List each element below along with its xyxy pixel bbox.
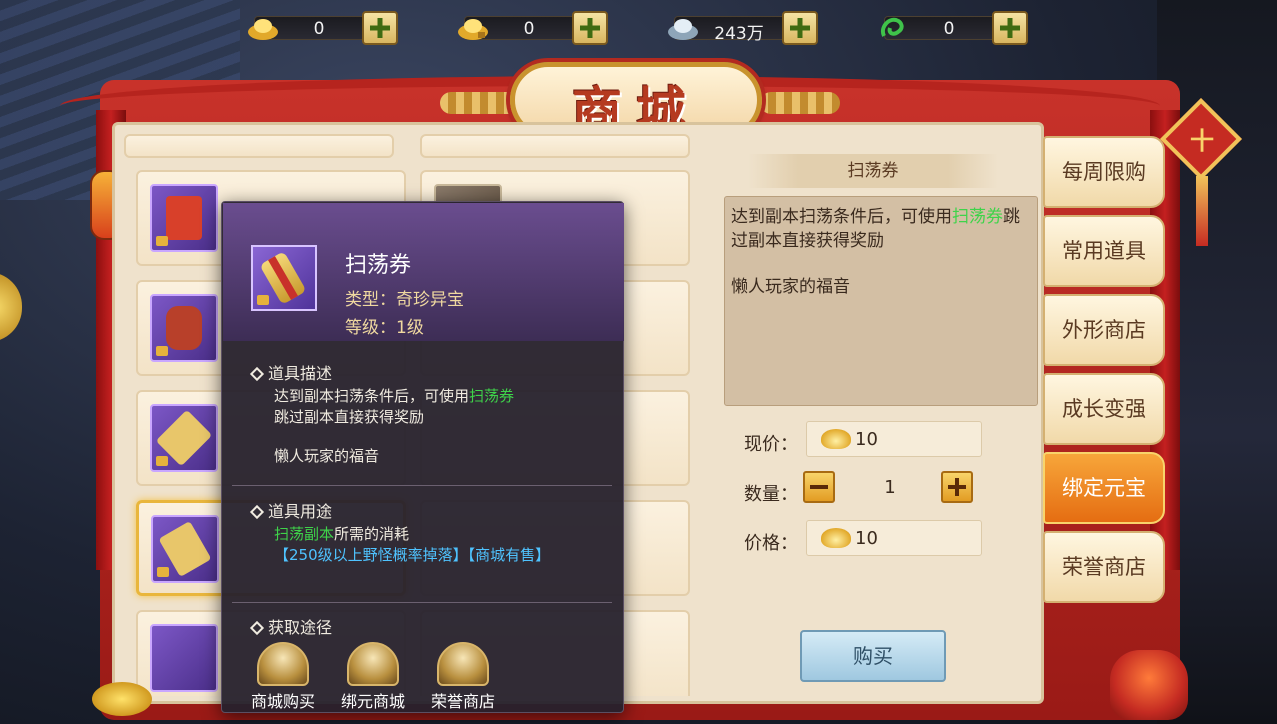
tooltip-divider bbox=[232, 485, 612, 486]
shop-source-icon bbox=[257, 642, 309, 686]
source-honor-shop[interactable]: 荣誉商店 bbox=[418, 642, 508, 712]
current-price-label: 现价： bbox=[744, 434, 798, 455]
tooltip-desc-heading: 道具描述 bbox=[249, 360, 333, 384]
decrease-quantity-button[interactable] bbox=[803, 471, 835, 503]
rope-decoration bbox=[440, 92, 520, 114]
side-medal-icon[interactable] bbox=[0, 272, 22, 342]
add-bound-gold-button[interactable] bbox=[572, 11, 608, 45]
tooltip-obtain-heading-text: 获取途径 bbox=[268, 618, 333, 637]
diamond-icon bbox=[249, 620, 265, 636]
tooltip-desc-line2: 跳过副本直接获得奖励 bbox=[274, 408, 425, 426]
tooltip-obtain-heading: 获取途径 bbox=[249, 614, 333, 638]
tab-bound-ingot[interactable]: 绑定元宝 bbox=[1043, 452, 1165, 524]
item-icon bbox=[150, 184, 218, 252]
diamond-icon bbox=[249, 366, 265, 382]
silver-ingot-icon bbox=[668, 19, 698, 40]
shop-source-icon bbox=[347, 642, 399, 686]
item-cell[interactable] bbox=[420, 134, 690, 158]
tassel-decoration bbox=[1196, 176, 1208, 246]
source-label: 荣誉商店 bbox=[430, 692, 495, 711]
tooltip-item-level: 等级：1级 bbox=[345, 318, 424, 338]
tooltip-usage-highlight: 扫荡副本 bbox=[274, 525, 335, 543]
tab-appearance-shop[interactable]: 外形商店 bbox=[1043, 294, 1165, 366]
tab-common-items[interactable]: 常用道具 bbox=[1043, 215, 1165, 287]
tab-honor-shop[interactable]: 荣誉商店 bbox=[1043, 531, 1165, 603]
lock-icon bbox=[157, 567, 169, 577]
tooltip-divider bbox=[232, 602, 612, 603]
diamond-icon bbox=[249, 504, 265, 520]
detail-desc-prefix: 达到副本扫荡条件后，可使用 bbox=[731, 207, 952, 227]
add-gold-button[interactable] bbox=[362, 11, 398, 45]
jade-dragon-icon bbox=[881, 17, 904, 37]
currency-value: 0 bbox=[313, 19, 325, 39]
red-envelope-icon bbox=[166, 196, 202, 240]
currency-value: 0 bbox=[523, 19, 535, 39]
detail-title: 扫荡券 bbox=[748, 154, 998, 188]
firecracker-icon bbox=[166, 306, 202, 350]
shop-source-icon bbox=[437, 642, 489, 686]
currency-value: 243万 bbox=[714, 24, 764, 44]
tooltip-desc-heading-text: 道具描述 bbox=[268, 364, 333, 383]
tooltip-usage-suffix: 所需的消耗 bbox=[334, 525, 410, 543]
item-icon bbox=[151, 515, 219, 583]
lock-icon bbox=[156, 236, 168, 246]
charm-glyph: 十 bbox=[1190, 127, 1214, 155]
detail-desc-highlight: 扫荡券 bbox=[952, 207, 1003, 227]
item-icon bbox=[150, 294, 218, 362]
currency-bound-gold: 0 bbox=[450, 8, 610, 46]
source-label: 商城购买 bbox=[250, 692, 315, 711]
current-price-value: 10 bbox=[855, 429, 878, 450]
tab-growth[interactable]: 成长变强 bbox=[1043, 373, 1165, 445]
currency-bar: 0 0 243万 0 bbox=[240, 8, 1040, 48]
lock-icon bbox=[257, 295, 269, 305]
source-bound-ingot-shop[interactable]: 绑元商城 bbox=[328, 642, 418, 712]
add-jade-button[interactable] bbox=[992, 11, 1028, 45]
currency-gold: 0 bbox=[240, 8, 400, 46]
buy-button[interactable]: 购买 bbox=[800, 630, 946, 682]
tooltip-desc-prefix: 达到副本扫荡条件后，可使用 bbox=[274, 387, 470, 405]
bound-gold-ingot-icon bbox=[458, 19, 488, 40]
tooltip-item-icon bbox=[251, 245, 317, 311]
tooltip-usage: 扫荡副本所需的消耗 【250级以上野怪概率掉落】【商城有售】 bbox=[274, 524, 594, 566]
tooltip-usage-heading: 道具用途 bbox=[249, 498, 333, 522]
tooltip-desc: 达到副本扫荡条件后，可使用扫荡券 跳过副本直接获得奖励 bbox=[274, 386, 594, 428]
quantity-value[interactable]: 1 bbox=[850, 477, 930, 498]
tooltip-flavor: 懒人玩家的福音 bbox=[274, 447, 380, 465]
tooltip-header: 扫荡券 类型：奇珍异宝 等级：1级 bbox=[223, 203, 624, 341]
tooltip-usage-sources: 【250级以上野怪概率掉落】【商城有售】 bbox=[274, 546, 551, 564]
increase-quantity-button[interactable] bbox=[941, 471, 973, 503]
detail-flavor: 懒人玩家的福音 bbox=[731, 277, 850, 297]
tooltip-usage-heading-text: 道具用途 bbox=[268, 502, 333, 521]
gold-ingot-icon bbox=[248, 19, 278, 40]
total-price-field: 10 bbox=[806, 520, 982, 556]
add-silver-button[interactable] bbox=[782, 11, 818, 45]
tooltip-item-type: 类型：奇珍异宝 bbox=[345, 290, 464, 310]
item-tooltip: 扫荡券 类型：奇珍异宝 等级：1级 道具描述 达到副本扫荡条件后，可使用扫荡券 … bbox=[221, 201, 624, 713]
gold-pile-icon bbox=[92, 682, 152, 716]
gold-ingot-icon bbox=[821, 528, 851, 548]
currency-value: 0 bbox=[943, 19, 955, 39]
quantity-label: 数量： bbox=[744, 484, 798, 505]
currency-jade: 0 bbox=[870, 8, 1030, 46]
item-cell[interactable] bbox=[124, 134, 394, 158]
tooltip-desc-highlight: 扫荡券 bbox=[469, 387, 515, 405]
rope-decoration bbox=[760, 92, 840, 114]
total-price-label: 价格： bbox=[744, 533, 798, 554]
currency-silver: 243万 bbox=[660, 8, 820, 46]
source-label: 绑元商城 bbox=[340, 692, 405, 711]
tooltip-item-name: 扫荡券 bbox=[345, 253, 412, 278]
item-icon bbox=[150, 404, 218, 472]
source-shop-purchase[interactable]: 商城购买 bbox=[238, 642, 328, 712]
current-price-field: 10 bbox=[806, 421, 982, 457]
item-icon bbox=[150, 624, 218, 692]
total-price-value: 10 bbox=[855, 528, 878, 549]
tab-weekly-limited[interactable]: 每周限购 bbox=[1043, 136, 1165, 208]
detail-description: 达到副本扫荡条件后，可使用扫荡券跳过副本直接获得奖励 懒人玩家的福音 bbox=[724, 196, 1038, 406]
lock-icon bbox=[156, 346, 168, 356]
lock-icon bbox=[156, 456, 168, 466]
treasure-bag-icon bbox=[1110, 650, 1188, 720]
gold-ingot-icon bbox=[821, 429, 851, 449]
